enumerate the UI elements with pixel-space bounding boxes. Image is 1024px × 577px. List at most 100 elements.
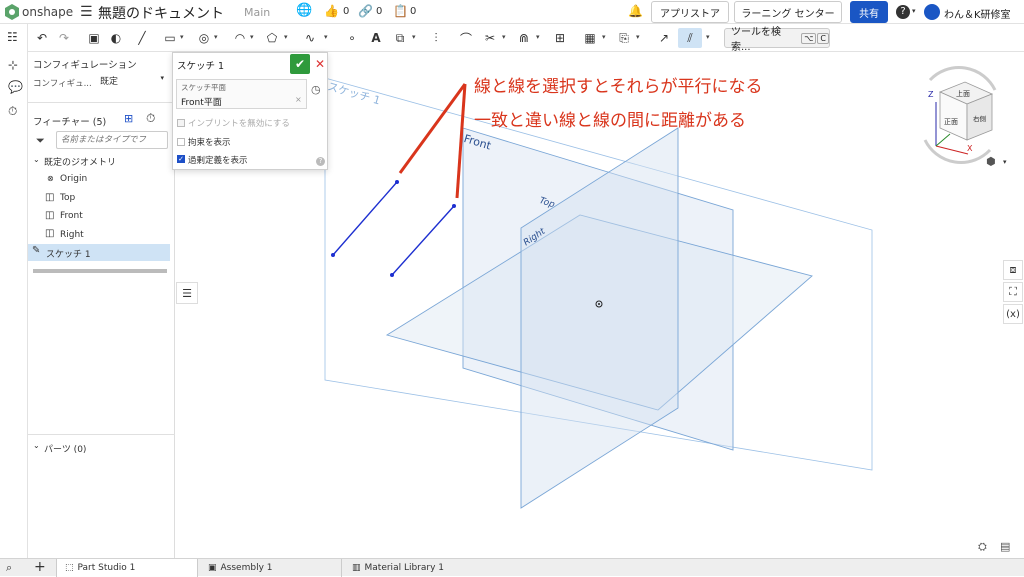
sketch-line-2-start[interactable]	[390, 273, 394, 277]
chevron-down-icon[interactable]: ▾	[636, 33, 640, 41]
rectangle-icon[interactable]: ▭	[160, 28, 180, 48]
onshape-logo-icon[interactable]	[5, 4, 19, 20]
line-icon[interactable]: ╱	[132, 28, 152, 48]
pattern-icon[interactable]: ▦	[580, 28, 600, 48]
show-overdefined-checkbox[interactable]: ✓	[177, 155, 185, 163]
fillet-icon[interactable]: ⌒	[456, 28, 476, 48]
sketch-line-1[interactable]	[332, 181, 398, 256]
chevron-down-icon[interactable]: ▾	[536, 33, 540, 41]
history-icon[interactable]: ◷	[311, 83, 321, 96]
learning-center-button[interactable]: ラーニング センター	[734, 1, 842, 23]
search-tabs-icon[interactable]: ⌕	[6, 561, 12, 575]
sketch-line-2[interactable]	[391, 205, 455, 276]
appearance-panel-icon[interactable]: ⧈	[1003, 260, 1023, 280]
use-icon[interactable]: ⊞	[550, 28, 570, 48]
parts-folder[interactable]: パーツ (0)	[44, 442, 86, 455]
arc-icon[interactable]: ◠	[230, 28, 250, 48]
rollback-timer-icon[interactable]: ⏱	[146, 111, 155, 126]
brand-name[interactable]: onshape	[22, 5, 73, 19]
chevron-down-icon[interactable]: ⌄	[33, 155, 40, 164]
new-sketch-icon[interactable]: ▣	[84, 28, 104, 48]
sketch-line-1-end[interactable]	[395, 180, 399, 184]
cancel-button[interactable]: ✕	[313, 55, 327, 73]
tab-part-studio-1[interactable]: ⬚ Part Studio 1	[56, 559, 198, 577]
rollback-bar[interactable]	[33, 269, 167, 273]
chevron-down-icon[interactable]: ▾	[412, 33, 416, 41]
show-constraints-checkbox[interactable]	[177, 138, 185, 146]
disable-imprint-checkbox[interactable]	[177, 119, 185, 127]
add-tab-icon[interactable]: +	[34, 559, 46, 575]
dimension-icon[interactable]: ↗	[654, 28, 674, 48]
undo-icon[interactable]: ↶	[32, 28, 52, 48]
trim-icon[interactable]: ✂	[480, 28, 500, 48]
copy-icon[interactable]: 📋	[393, 4, 408, 18]
mate-panel-icon[interactable]: ⛶	[1003, 282, 1023, 302]
filter-icon[interactable]: ⏷	[36, 134, 45, 148]
chevron-down-icon[interactable]: ⌄	[33, 441, 40, 450]
construction-icon[interactable]: ⧉	[390, 28, 410, 48]
avatar[interactable]	[924, 4, 940, 20]
display-mode-icon[interactable]: ⬢	[986, 155, 996, 168]
add-feature-icon[interactable]: ⊹	[8, 58, 18, 72]
filter-input[interactable]	[56, 131, 168, 149]
chevron-down-icon[interactable]: ▾	[250, 33, 254, 41]
mirror-icon[interactable]: ⫶	[426, 28, 446, 48]
tab-material-library-1[interactable]: ▥ Material Library 1	[344, 559, 494, 577]
confirm-button[interactable]: ✔	[290, 54, 310, 74]
timer-icon[interactable]: ⏱	[8, 104, 17, 119]
help-icon[interactable]: ?	[316, 157, 325, 166]
link-icon[interactable]: 🔗	[358, 4, 373, 18]
chevron-down-icon[interactable]: ▾	[180, 33, 184, 41]
chevron-down-icon[interactable]: ▾	[602, 33, 606, 41]
globe-icon[interactable]: 🌐	[296, 3, 312, 18]
layout-icon[interactable]: ▤	[1000, 540, 1010, 553]
chevron-down-icon[interactable]: ▾	[284, 33, 288, 41]
feature-top[interactable]: Top	[60, 193, 75, 203]
parallel-constraint-icon[interactable]: ⫽	[678, 28, 702, 48]
notification-bell-icon[interactable]: 🔔	[628, 4, 643, 18]
offset-icon[interactable]: ⋒	[514, 28, 534, 48]
default-geometry-folder[interactable]: 既定のジオメトリ	[44, 155, 116, 168]
chevron-down-icon[interactable]: ▾	[324, 33, 328, 41]
app-store-button[interactable]: アプリストア	[651, 1, 729, 23]
chevron-down-icon[interactable]: ▾	[912, 7, 916, 15]
help-icon[interactable]: ?	[896, 5, 910, 19]
extrude-icon[interactable]: ◐	[106, 28, 126, 48]
measure-icon[interactable]: ⛭	[978, 540, 987, 554]
feature-right[interactable]: Right	[60, 230, 84, 240]
document-title[interactable]: 無題のドキュメント	[98, 3, 224, 23]
sketch-dialog-title[interactable]: スケッチ 1	[177, 58, 224, 72]
feature-front[interactable]: Front	[60, 211, 83, 221]
hamburger-menu-icon[interactable]: ☰	[80, 4, 93, 20]
circle-icon[interactable]: ◎	[194, 28, 214, 48]
toolbar: ↶ ↷ ▣ ◐ ╱ ▭ ▾ ◎ ▾ ◠ ▾ ⬠ ▾ ∿ ▾ ∘ A ⧉ ▾ ⫶ …	[28, 24, 1024, 53]
selected-sketch-row[interactable]: ✎ スケッチ 1	[28, 244, 170, 261]
chevron-down-icon[interactable]: ▾	[1003, 158, 1007, 166]
variables-panel-icon[interactable]: (x)	[1003, 304, 1023, 324]
user-name[interactable]: わん＆K研修室	[944, 6, 1011, 21]
comment-icon[interactable]: 💬	[8, 80, 23, 94]
configuration-select[interactable]: 既定 ▾	[100, 74, 168, 88]
share-button[interactable]: 共有	[850, 1, 888, 23]
material-library-icon: ▥	[352, 563, 361, 573]
sketch-line-2-end[interactable]	[452, 204, 456, 208]
feature-list-icon[interactable]: ☷	[7, 30, 18, 44]
spline-icon[interactable]: ∿	[300, 28, 320, 48]
tab-assembly-1[interactable]: ▣ Assembly 1	[200, 559, 342, 577]
point-icon[interactable]: ∘	[342, 28, 362, 48]
branch-label[interactable]: Main	[244, 6, 270, 19]
text-icon[interactable]: A	[366, 28, 386, 48]
dxf-icon[interactable]: ⎘	[614, 28, 634, 48]
chevron-down-icon[interactable]: ▾	[214, 33, 218, 41]
polygon-icon[interactable]: ⬠	[262, 28, 282, 48]
redo-icon[interactable]: ↷	[54, 28, 74, 48]
feature-origin[interactable]: Origin	[60, 174, 87, 184]
sketch-line-1-start[interactable]	[331, 253, 335, 257]
add-folder-icon[interactable]: ⊞	[124, 112, 133, 125]
tool-search-button[interactable]: ツールを検索... ⌥ C	[724, 27, 830, 53]
like-icon[interactable]: 👍	[324, 4, 339, 18]
chevron-down-icon[interactable]: ▾	[706, 33, 710, 41]
chevron-down-icon[interactable]: ▾	[502, 33, 506, 41]
sketch-plane-field[interactable]: スケッチ平面 Front平面 ×	[176, 79, 307, 109]
clear-icon[interactable]: ×	[295, 95, 302, 104]
